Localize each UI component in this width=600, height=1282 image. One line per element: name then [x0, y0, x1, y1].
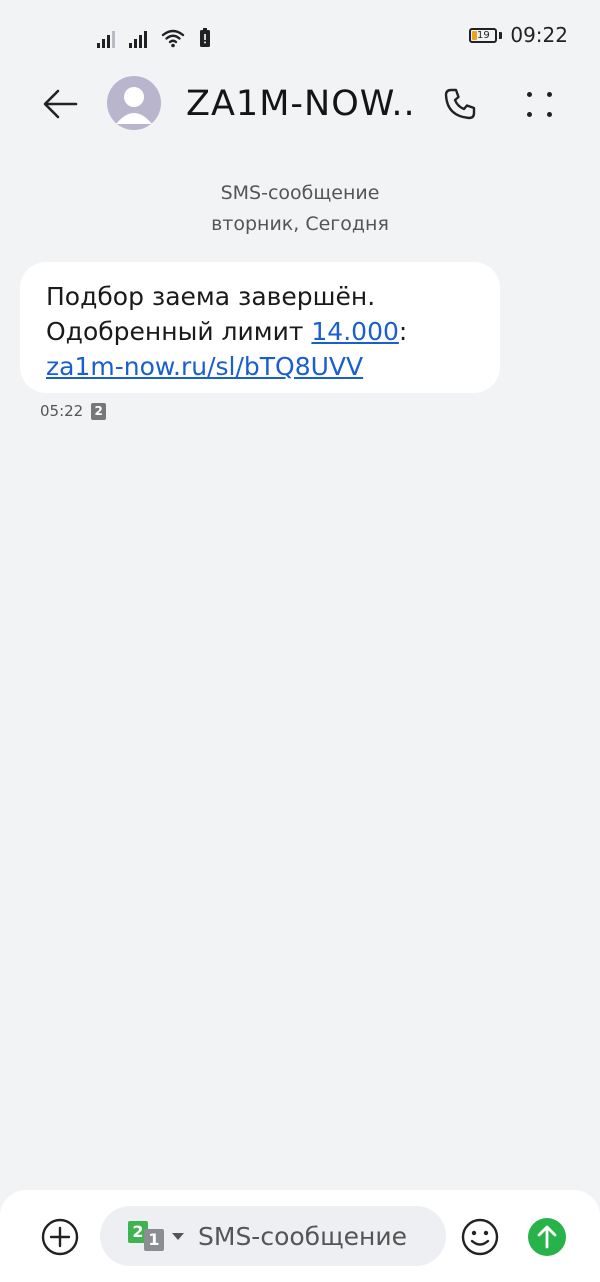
more-dot	[547, 112, 552, 117]
signal-sim1-icon	[97, 28, 115, 48]
phone-icon	[444, 88, 476, 120]
battery-saver-icon	[200, 28, 210, 47]
send-button[interactable]	[528, 1218, 566, 1256]
battery-level: 19	[476, 29, 490, 41]
emoji-button[interactable]	[460, 1217, 500, 1257]
thread-meta: SMS-сообщение вторник, Сегодня	[0, 178, 600, 240]
url-link[interactable]: za1m-now.ru/sl/bTQ8UVV	[46, 352, 363, 381]
message-input[interactable]	[198, 1216, 428, 1256]
send-icon	[537, 1225, 557, 1249]
back-button[interactable]	[38, 84, 82, 124]
message-input-container[interactable]: 2 1	[100, 1206, 446, 1266]
emoji-icon	[461, 1218, 499, 1256]
battery-icon: 19	[469, 27, 498, 43]
sim-switch-button[interactable]: 2 1	[128, 1221, 168, 1251]
wifi-icon	[161, 29, 185, 48]
message-line-3: za1m-now.ru/sl/bTQ8UVV	[46, 349, 474, 384]
status-bar: 19 09:22	[0, 0, 600, 70]
amount-link[interactable]: 14.000	[311, 317, 398, 346]
message-line-1: Подбор заема завершён.	[46, 282, 376, 311]
signal-sim2-icon	[129, 28, 147, 48]
more-dot	[527, 112, 532, 117]
message-line-2-suffix: :	[398, 317, 408, 346]
add-attachment-button[interactable]	[40, 1217, 80, 1257]
add-attachment-icon	[41, 1218, 79, 1256]
sim-dropdown-caret-icon[interactable]	[172, 1233, 184, 1240]
message-bubble[interactable]: Подбор заема завершён. Одобренный лимит …	[20, 262, 500, 393]
status-left-icons	[97, 22, 211, 48]
message-time: 05:22	[40, 402, 84, 420]
sim-secondary-icon: 1	[144, 1229, 164, 1251]
call-button[interactable]	[440, 84, 480, 124]
contact-name[interactable]: ZA1M-NOW....	[186, 84, 416, 124]
message-line-2: Одобренный лимит 14.000:	[46, 314, 474, 349]
message-line-2-prefix: Одобренный лимит	[46, 317, 312, 346]
sim-badge-icon: 2	[91, 402, 107, 420]
avatar-placeholder-icon	[116, 87, 152, 124]
more-options-icon	[527, 92, 532, 97]
more-options-button[interactable]	[520, 84, 560, 124]
back-arrow-icon	[43, 89, 78, 119]
message-meta: 05:22 2	[40, 402, 107, 420]
contact-avatar[interactable]	[107, 76, 161, 130]
conversation-header: ZA1M-NOW....	[0, 72, 600, 136]
status-right: 19 09:22	[469, 22, 568, 48]
channel-label: SMS-сообщение	[220, 182, 380, 204]
battery-tip	[499, 31, 503, 39]
composer-bar: 2 1	[0, 1190, 600, 1282]
date-label: вторник, Сегодня	[211, 213, 389, 235]
more-dot	[547, 92, 552, 97]
status-clock: 09:22	[510, 23, 568, 47]
